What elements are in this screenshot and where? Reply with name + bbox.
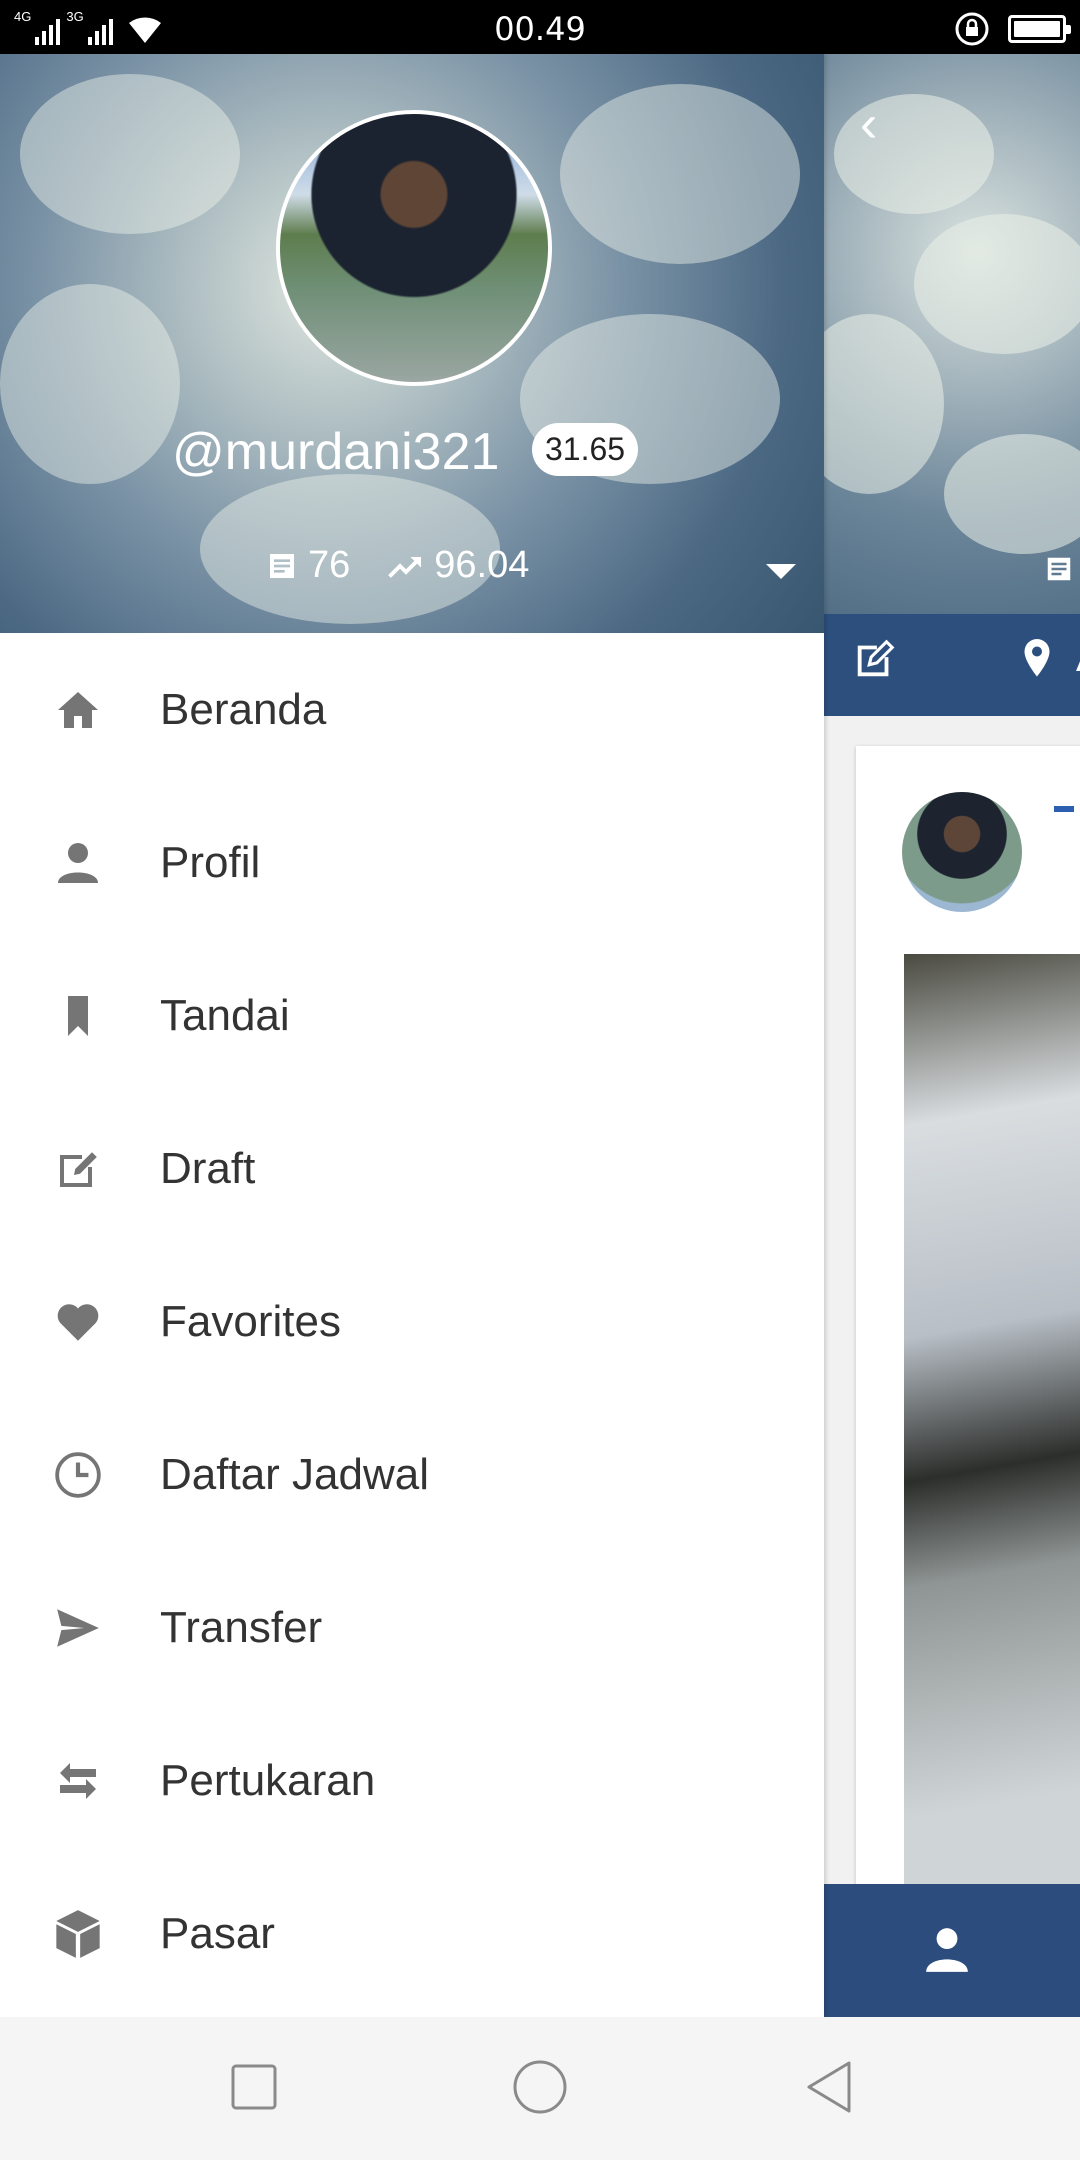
cube-icon [50,1906,106,1962]
app-screen: 4G 3G 00.49 ‹ @murdani321 31.65 76 96.04… [0,0,1080,2160]
recent-apps-icon[interactable] [230,2063,278,2111]
edit-profile-icon[interactable] [852,636,898,682]
menu-item-label: Beranda [160,684,327,734]
status-bar: 4G 3G 00.49 [0,0,1080,54]
background-page: ‹ Ac [794,54,1080,2017]
menu-item-label: Tandai [160,990,290,1040]
system-navigation-bar [0,2017,1080,2160]
menu-item-tandai[interactable]: Tandai [0,939,824,1092]
edit-icon [50,1141,106,1197]
post-count: 76 [308,544,351,586]
menu-item-draft[interactable]: Draft [0,1092,824,1245]
location-icon [1024,639,1050,677]
send-icon [50,1600,106,1656]
reputation-badge: 31.65 [532,423,639,476]
menu-item-label: Transfer [160,1602,323,1652]
rotation-lock-icon [955,12,989,46]
navigation-drawer: @murdani321 31.65 76 96.04 Beranda Profi… [0,54,824,2017]
trending-up-icon [388,556,422,578]
home-button-icon[interactable] [512,2059,568,2115]
account-stats: 76 96.04 [266,544,529,587]
menu-item-profil[interactable]: Profil [0,786,824,939]
voting-power: 96.04 [434,544,530,586]
home-icon [50,682,106,738]
menu-item-label: Favorites [160,1296,341,1346]
menu-item-label: Pertukaran [160,1755,376,1805]
background-bottom-bar [824,1884,1080,2017]
menu-item-label: Pasar [160,1908,275,1958]
menu-item-label: Daftar Jadwal [160,1449,430,1499]
person-icon [50,835,106,891]
background-action-strip: Ac [824,614,1080,716]
bookmark-icon [50,988,106,1044]
drawer-header: @murdani321 31.65 76 96.04 [0,54,824,633]
menu-item-pertukaran[interactable]: Pertukaran [0,1704,824,1857]
menu-item-label: Profil [160,837,261,887]
author-link-fragment[interactable] [1054,806,1074,812]
back-arrow-icon[interactable]: ‹ [860,98,877,150]
menu-item-favorites[interactable]: Favorites [0,1245,824,1398]
post-count-icon [270,553,294,578]
menu-item-daftar-jadwal[interactable]: Daftar Jadwal [0,1398,824,1551]
back-button-icon[interactable] [804,2059,854,2115]
account-dropdown-icon[interactable] [766,564,796,579]
location-text: Ac [1076,638,1080,681]
menu-item-pasar[interactable]: Pasar [0,1857,824,2010]
drawer-menu: Beranda Profil Tandai Draft Favorites Da… [0,633,824,2010]
menu-item-transfer[interactable]: Transfer [0,1551,824,1704]
profile-avatar[interactable] [276,110,552,386]
person-icon[interactable] [922,1924,972,1974]
clock-icon [50,1447,106,1503]
swap-icon [50,1753,106,1809]
menu-item-beranda[interactable]: Beranda [0,633,824,786]
heart-icon [50,1294,106,1350]
username[interactable]: @murdani321 [172,422,499,482]
clock: 00.49 [494,10,586,48]
battery-icon [1008,15,1071,43]
post-count-icon [1047,557,1071,581]
post-image[interactable] [904,954,1080,1884]
status-right-icons [954,11,1071,47]
menu-item-label: Draft [160,1143,256,1193]
background-post-card[interactable] [856,746,1080,1896]
post-author-avatar[interactable] [902,792,1022,912]
